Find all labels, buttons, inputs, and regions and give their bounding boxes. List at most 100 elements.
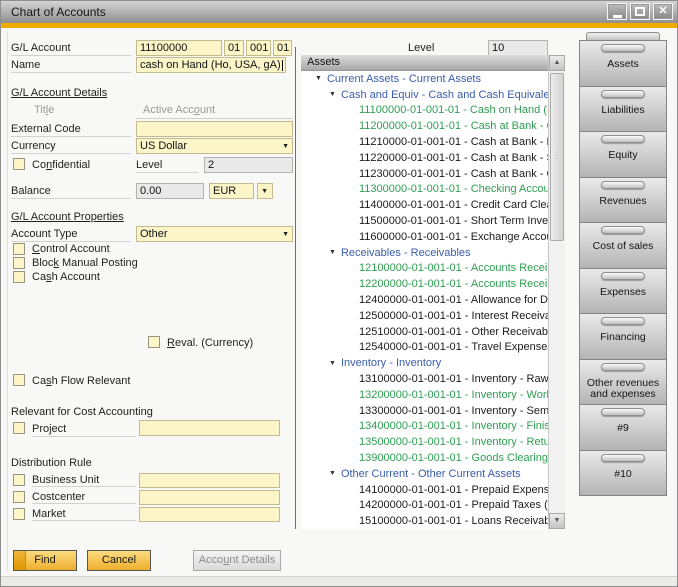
gl-account-segment-2[interactable]: 01 — [224, 40, 244, 56]
drawer-label: #10 — [582, 469, 664, 480]
tree-account-row[interactable]: 13100000-01-001-01 - Inventory - Raw Mat… — [301, 371, 548, 387]
tree-account-row[interactable]: 11230000-01-001-01 - Cash at Bank - Cred… — [301, 166, 548, 182]
tree-account-row[interactable]: 12200000-01-001-01 - Accounts Receivable… — [301, 276, 548, 292]
gl-account-segment-4[interactable]: 01 — [273, 40, 292, 56]
confidential-checkbox[interactable] — [13, 158, 25, 170]
drawer--9[interactable]: #9 — [579, 404, 667, 451]
tree-account-row[interactable]: 12500000-01-001-01 - Interest Receivable… — [301, 308, 548, 324]
tree-category-row[interactable]: ▼Cash and Equiv - Cash and Cash Equivale… — [301, 87, 548, 103]
project-checkbox[interactable] — [13, 422, 25, 434]
cancel-button[interactable]: Cancel — [87, 550, 151, 571]
collapse-arrow-icon[interactable]: ▼ — [329, 91, 336, 98]
tree-category-row[interactable]: ▼Receivables - Receivables — [301, 245, 548, 261]
tree-account-row[interactable]: 12100000-01-001-01 - Accounts Receivable… — [301, 261, 548, 277]
minimize-button[interactable] — [607, 3, 627, 20]
distribution-row-label: Costcenter — [32, 491, 136, 504]
collapse-arrow-icon[interactable]: ▼ — [329, 360, 336, 367]
window-controls: ✕ — [607, 3, 673, 20]
collapse-arrow-icon[interactable]: ▼ — [329, 470, 336, 477]
account-type-dropdown[interactable]: Other▼ — [136, 226, 293, 242]
drawer-liabilities[interactable]: Liabilities — [579, 86, 667, 133]
tree-account-row[interactable]: 11220000-01-001-01 - Cash at Bank - Savi… — [301, 150, 548, 166]
distribution-row-label: Business Unit — [32, 474, 136, 487]
drawer-other-revenues-and-expenses[interactable]: Other revenues and expenses — [579, 359, 667, 406]
tree-account-row[interactable]: 15100000-01-001-01 - Loans Receivable - … — [301, 513, 548, 529]
tree-account-row[interactable]: 11600000-01-001-01 - Exchange Account (H — [301, 229, 548, 245]
cash-flow-relevant-label: Cash Flow Relevant — [32, 375, 130, 389]
gl-account-segment-1[interactable]: 11100000 — [136, 40, 222, 56]
balance-currency-field[interactable]: EUR — [209, 183, 254, 199]
tree-row-text: 11200000-01-001-01 - Cash at Bank - Chec… — [359, 120, 548, 132]
tree-account-row[interactable]: 12400000-01-001-01 - Allowance for Doubt… — [301, 292, 548, 308]
tree-account-row[interactable]: 11200000-01-001-01 - Cash at Bank - Chec… — [301, 118, 548, 134]
tree-account-row[interactable]: 13400000-01-001-01 - Inventory - Finishe… — [301, 419, 548, 435]
drawer-label: Financing — [582, 332, 664, 343]
property-checkbox-row: Control Account — [13, 242, 138, 256]
scroll-down-button[interactable]: ▼ — [549, 513, 565, 529]
checkbox[interactable] — [13, 271, 25, 283]
drawer-handle — [601, 272, 645, 280]
tree-row-text: 12400000-01-001-01 - Allowance for Doubt… — [359, 294, 548, 306]
checkbox[interactable] — [13, 491, 25, 503]
checkbox[interactable] — [13, 508, 25, 520]
drawer--10[interactable]: #10 — [579, 450, 667, 497]
tree-account-row[interactable]: 11500000-01-001-01 - Short Term Investme… — [301, 213, 548, 229]
collapse-arrow-icon[interactable]: ▼ — [315, 75, 322, 82]
tree-account-row[interactable]: 13500000-01-001-01 - Inventory - Returns… — [301, 434, 548, 450]
window-title: Chart of Accounts — [11, 5, 106, 19]
reval-currency-checkbox[interactable] — [148, 336, 160, 348]
tree-account-row[interactable]: 11400000-01-001-01 - Credit Card Clearin… — [301, 197, 548, 213]
external-code-input[interactable] — [136, 121, 293, 137]
cash-flow-relevant-checkbox[interactable] — [13, 374, 25, 386]
tree-category-row[interactable]: ▼Current Assets - Current Assets — [301, 71, 548, 87]
checkbox[interactable] — [13, 474, 25, 486]
find-button[interactable]: Find — [13, 550, 77, 571]
drawer-equity[interactable]: Equity — [579, 131, 667, 178]
drawer-label: #9 — [582, 423, 664, 434]
title-column-label: Title — [34, 104, 54, 118]
tree-category-row[interactable]: ▼Other Current - Other Current Assets — [301, 466, 548, 482]
tree-account-row[interactable]: 12510000-01-001-01 - Other Receivables (… — [301, 324, 548, 340]
confidential-label: Confidential — [32, 159, 90, 173]
scroll-up-button[interactable]: ▲ — [549, 55, 565, 71]
maximize-button[interactable] — [630, 3, 650, 20]
checkbox[interactable] — [13, 243, 25, 255]
drawer-cost-of-sales[interactable]: Cost of sales — [579, 222, 667, 269]
cost-accounting-header: Relevant for Cost Accounting — [11, 406, 153, 420]
tree-account-row[interactable]: 11100000-01-001-01 - Cash on Hand (HO, U — [301, 103, 548, 119]
tree-account-row[interactable]: 11300000-01-001-01 - Checking Account Cl… — [301, 182, 548, 198]
tree-account-row[interactable]: 12540000-01-001-01 - Travel Expenses - A… — [301, 340, 548, 356]
close-button[interactable]: ✕ — [653, 3, 673, 20]
name-input[interactable]: cash on Hand (Ho, USA, gA) — [136, 57, 286, 73]
collapse-arrow-icon[interactable]: ▼ — [329, 249, 336, 256]
project-input[interactable] — [139, 420, 280, 436]
tree-account-row[interactable]: 13200000-01-001-01 - Inventory - Work In — [301, 387, 548, 403]
tree-account-row[interactable]: 11210000-01-001-01 - Cash at Bank - Payr… — [301, 134, 548, 150]
tree-account-row[interactable]: 13300000-01-001-01 - Inventory - Semi Fi… — [301, 403, 548, 419]
checkbox-label: Block Manual Posting — [32, 257, 138, 269]
tree-rows: ▼Current Assets - Current Assets▼Cash an… — [301, 71, 548, 529]
distribution-row-input[interactable] — [139, 490, 280, 505]
active-account-column-label: Active Account — [143, 104, 215, 118]
tree-category-row[interactable]: ▼Inventory - Inventory — [301, 355, 548, 371]
currency-dropdown[interactable]: US Dollar▼ — [136, 138, 293, 154]
distribution-row-input[interactable] — [139, 473, 280, 488]
title-bar[interactable]: Chart of Accounts ✕ — [1, 1, 677, 23]
balance-currency-dropdown-button[interactable]: ▼ — [257, 183, 273, 199]
tree-account-row[interactable]: 14100000-01-001-01 - Prepaid Expenses (H… — [301, 482, 548, 498]
drawer-financing[interactable]: Financing — [579, 313, 667, 360]
drawer-expenses[interactable]: Expenses — [579, 268, 667, 315]
distribution-row-input[interactable] — [139, 507, 280, 522]
balance-label: Balance — [11, 185, 131, 199]
tree-account-row[interactable]: 14200000-01-001-01 - Prepaid Taxes (HO, … — [301, 498, 548, 514]
drawer-assets[interactable]: Assets — [579, 40, 667, 87]
balance-field: 0.00 — [136, 183, 204, 199]
tree-row-text: 15100000-01-001-01 - Loans Receivable - … — [359, 515, 548, 527]
drawer-revenues[interactable]: Revenues — [579, 177, 667, 224]
tree-account-row[interactable]: 13900000-01-001-01 - Goods Clearing Acco… — [301, 450, 548, 466]
drawer-panel: AssetsLiabilitiesEquityRevenuesCost of s… — [579, 32, 667, 496]
tree-scrollbar[interactable]: ▲ : : ▼ — [548, 55, 565, 529]
gl-account-segment-3[interactable]: 001 — [246, 40, 271, 56]
checkbox[interactable] — [13, 257, 25, 269]
scrollbar-thumb[interactable]: : : — [550, 73, 564, 241]
